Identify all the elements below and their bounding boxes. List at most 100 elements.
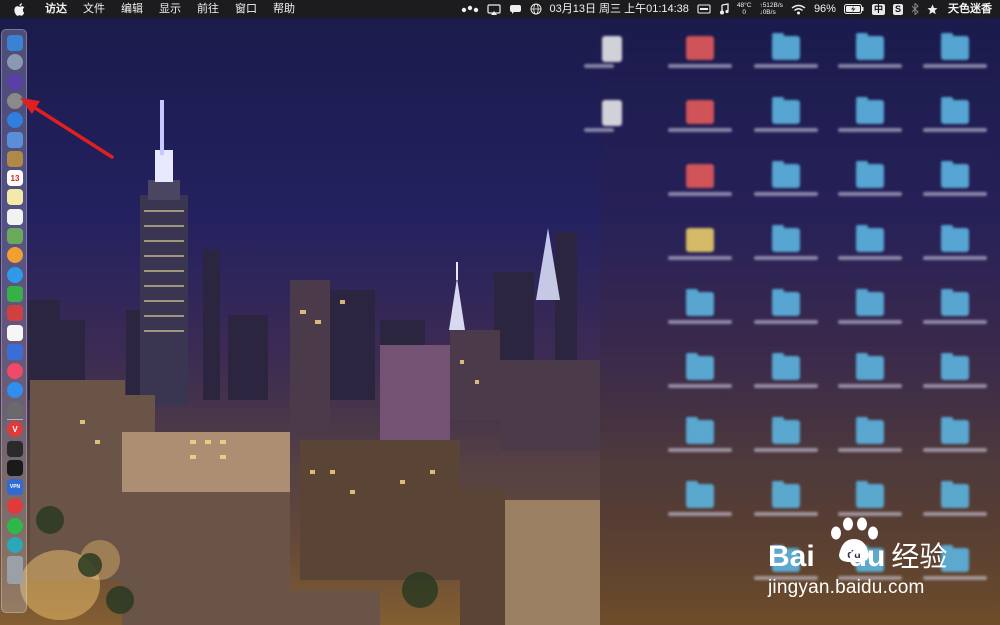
- notes-brown-icon[interactable]: [7, 150, 23, 167]
- desktop-icon-label: [668, 64, 732, 68]
- desktop-folder-icon[interactable]: [856, 161, 884, 188]
- desktop-folder-icon[interactable]: [941, 289, 969, 316]
- battery-icon[interactable]: [840, 4, 868, 14]
- launchpad-icon[interactable]: [7, 54, 23, 71]
- finder-icon[interactable]: [7, 35, 23, 51]
- photos-edit-icon[interactable]: [7, 228, 23, 244]
- desktop-folder-icon[interactable]: [602, 36, 622, 62]
- app-store-icon[interactable]: [7, 382, 23, 399]
- desktop-icon-label: [923, 384, 987, 388]
- desktop-folder-icon[interactable]: [856, 225, 884, 252]
- menu-go[interactable]: 前往: [189, 0, 227, 18]
- desktop-folder-icon[interactable]: [772, 97, 800, 124]
- desktop-folder-icon[interactable]: [772, 225, 800, 252]
- desktop-icon-label: [754, 384, 818, 388]
- desktop-folder-icon[interactable]: [686, 100, 714, 124]
- teal-app-icon[interactable]: [7, 537, 23, 553]
- desktop-folder-icon[interactable]: [856, 417, 884, 444]
- menu-file[interactable]: 文件: [75, 0, 113, 18]
- desktop-folder-icon[interactable]: [772, 417, 800, 444]
- desktop-folder-icon[interactable]: [856, 353, 884, 380]
- network-speed[interactable]: ↑512B/s ↓0B/s: [755, 2, 787, 16]
- battery-percentage[interactable]: 96%: [810, 0, 840, 18]
- music-icon[interactable]: [7, 363, 23, 380]
- download-speed: ↓0B/s: [759, 9, 776, 16]
- menu-window[interactable]: 窗口: [227, 0, 265, 18]
- desktop-folder-icon[interactable]: [941, 353, 969, 380]
- desktop-folder-icon[interactable]: [686, 417, 714, 444]
- desktop-icon-label: [668, 192, 732, 196]
- user-name[interactable]: 天色迷香: [942, 0, 1000, 18]
- status-dots-icon[interactable]: [457, 4, 483, 14]
- keynote-icon[interactable]: [7, 343, 23, 360]
- photos-icon[interactable]: [7, 247, 23, 264]
- desktop-folder-icon[interactable]: [686, 289, 714, 316]
- wechat-icon[interactable]: [7, 517, 23, 534]
- messages-icon[interactable]: [7, 266, 23, 283]
- menu-bar: 访达 文件 编辑 显示 前往 窗口 帮助 03月13日 周三 上午01:14:3…: [0, 0, 1000, 18]
- menu-edit[interactable]: 编辑: [113, 0, 151, 18]
- input-method-label: 中: [871, 3, 885, 15]
- desktop-folder-icon[interactable]: [772, 289, 800, 316]
- app-menu-finder[interactable]: 访达: [35, 0, 75, 18]
- netease-music-icon[interactable]: [7, 498, 23, 515]
- sogou-input-icon[interactable]: S: [889, 3, 907, 15]
- keyboard-layout-icon[interactable]: [693, 4, 715, 14]
- desktop-folder-icon[interactable]: [856, 289, 884, 316]
- calendar-icon[interactable]: 13: [7, 170, 23, 187]
- desktop-folder-icon[interactable]: [772, 161, 800, 188]
- facetime-icon[interactable]: [7, 285, 23, 302]
- bluetooth-icon[interactable]: [907, 3, 923, 15]
- apple-menu[interactable]: [0, 2, 35, 16]
- desktop-folder-icon[interactable]: [856, 97, 884, 124]
- clock-date-time[interactable]: 03月13日 周三 上午01:14:38: [546, 0, 693, 18]
- desktop-folder-icon[interactable]: [602, 100, 622, 126]
- desktop-icon-label: [923, 192, 987, 196]
- activity-monitor-icon[interactable]: [7, 440, 23, 457]
- siri-icon[interactable]: [7, 73, 23, 90]
- desktop-icon-label: [584, 64, 614, 68]
- desktop-folder-icon[interactable]: [772, 33, 800, 60]
- desktop-folder-icon[interactable]: [941, 481, 969, 508]
- desktop-folder-icon[interactable]: [941, 97, 969, 124]
- reminders-icon[interactable]: [7, 208, 23, 225]
- photo-booth-icon[interactable]: [7, 305, 23, 322]
- desktop-folder-icon[interactable]: [686, 36, 714, 60]
- system-settings-icon[interactable]: [7, 92, 23, 109]
- input-method-indicator[interactable]: 中: [868, 3, 889, 15]
- desktop-folder-icon[interactable]: [941, 33, 969, 60]
- desktop-folder-icon[interactable]: [941, 225, 969, 252]
- desktop-folder-icon[interactable]: [686, 164, 714, 188]
- desktop-folder-icon[interactable]: [772, 481, 800, 508]
- desktop-icon-label: [838, 448, 902, 452]
- desktop-folder-icon[interactable]: [941, 417, 969, 444]
- notes-icon[interactable]: [7, 189, 23, 206]
- desktop-folder-icon[interactable]: [686, 481, 714, 508]
- menu-view[interactable]: 显示: [151, 0, 189, 18]
- vpn-glyph: VPN: [9, 484, 21, 491]
- desktop-folder-icon[interactable]: [941, 161, 969, 188]
- safari-icon[interactable]: [7, 112, 23, 129]
- desktop-folder-icon[interactable]: [686, 353, 714, 380]
- desktop-folder-icon[interactable]: [856, 33, 884, 60]
- desktop-folder-icon[interactable]: [772, 353, 800, 380]
- terminal-icon[interactable]: [7, 459, 23, 476]
- trash-icon[interactable]: [7, 556, 23, 585]
- numbers-icon[interactable]: [7, 324, 23, 341]
- preview-icon[interactable]: [7, 131, 23, 148]
- temperature-readout[interactable]: 48°C 0: [733, 2, 756, 16]
- menu-help[interactable]: 帮助: [265, 0, 303, 18]
- screen-mirror-icon[interactable]: [483, 3, 505, 15]
- desktop-icon-label: [668, 384, 732, 388]
- time-machine-icon[interactable]: [7, 401, 23, 418]
- message-status-icon[interactable]: [505, 4, 526, 15]
- wifi-icon[interactable]: [787, 4, 810, 15]
- music-note-icon[interactable]: [715, 3, 733, 15]
- desktop-folder-icon[interactable]: [856, 481, 884, 508]
- star-icon[interactable]: [923, 4, 942, 15]
- globe-icon[interactable]: [526, 3, 546, 15]
- vivaldi-icon[interactable]: V: [7, 421, 23, 437]
- vpn-icon[interactable]: VPN: [7, 479, 23, 496]
- desktop-icon-label: [668, 128, 732, 132]
- desktop-folder-icon[interactable]: [686, 228, 714, 252]
